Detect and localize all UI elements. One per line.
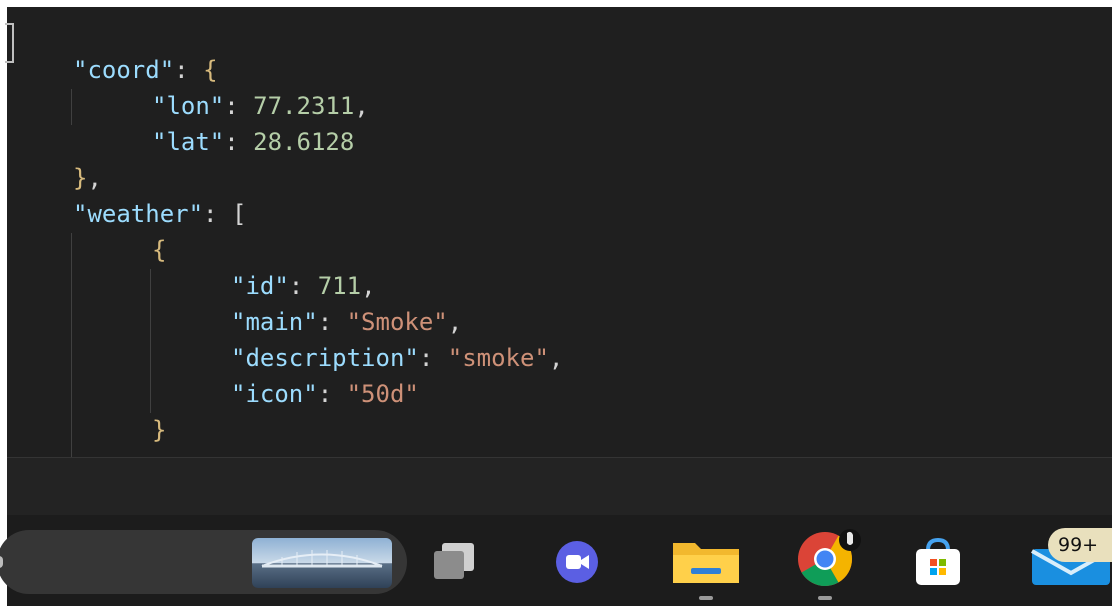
code-token: "Smoke" — [346, 308, 448, 336]
code-token: "main" — [231, 308, 318, 336]
code-line[interactable]: "main": "Smoke", — [231, 304, 462, 340]
code-token: { — [152, 236, 167, 264]
code-token: : — [317, 308, 347, 336]
code-token: , — [354, 92, 369, 120]
chrome-running-indicator — [818, 596, 832, 600]
code-line[interactable]: "lon": 77.2311, — [152, 88, 369, 124]
search-highlight-bridge-image[interactable] — [252, 538, 392, 588]
code-token: : — [317, 380, 347, 408]
code-token: 28.6128 — [253, 128, 355, 156]
code-token: "lat" — [152, 128, 225, 156]
code-line[interactable]: "id": 711, — [231, 268, 376, 304]
code-token: : — [224, 128, 254, 156]
code-line[interactable]: "coord": { — [73, 52, 218, 88]
code-token: : — [224, 92, 254, 120]
search-icon — [0, 556, 3, 568]
code-line[interactable]: } — [152, 412, 166, 448]
code-token: } — [73, 164, 88, 192]
code-token: : — [418, 344, 448, 372]
code-token: "50d" — [346, 380, 419, 408]
code-line[interactable]: "icon": "50d" — [231, 376, 419, 412]
code-token: , — [447, 308, 463, 336]
code-token: 77.2311 — [253, 92, 355, 120]
code-token: "lon" — [152, 92, 225, 120]
code-line[interactable]: "lat": 28.6128 — [152, 124, 354, 160]
code-content[interactable]: "coord": {"lon": 77.2311, "lat": 28.6128}… — [7, 7, 1112, 457]
code-token: 711 — [317, 272, 362, 300]
microsoft-store-icon[interactable] — [913, 537, 963, 587]
code-token: [ — [231, 200, 247, 228]
taskbar-search-box[interactable] — [0, 530, 407, 594]
code-token: : — [174, 56, 204, 84]
code-token: "description" — [231, 344, 419, 372]
code-line[interactable]: { — [152, 232, 166, 268]
code-token: , — [87, 164, 102, 192]
code-token: "id" — [231, 272, 289, 300]
code-editor[interactable]: "coord": {"lon": 77.2311, "lat": 28.6128}… — [5, 7, 1112, 461]
code-token: "coord" — [73, 56, 175, 84]
code-token: "weather" — [73, 200, 204, 228]
notification-badge: 99+ — [1048, 528, 1112, 562]
code-token: , — [548, 344, 564, 372]
code-token: , — [361, 272, 376, 300]
code-line[interactable]: }, — [73, 160, 102, 196]
meet-video-icon[interactable] — [553, 540, 601, 584]
code-line[interactable]: "description": "smoke", — [231, 340, 563, 376]
windows-taskbar: 99+ — [0, 515, 1112, 606]
explorer-running-indicator — [699, 596, 713, 600]
chrome-icon[interactable] — [793, 527, 863, 589]
code-line[interactable]: "weather": [ — [73, 196, 246, 232]
code-token: "smoke" — [447, 344, 549, 372]
task-view-icon[interactable] — [432, 541, 476, 581]
code-token: } — [152, 416, 167, 444]
code-token: "icon" — [231, 380, 318, 408]
code-token: : — [203, 200, 232, 228]
file-explorer-icon[interactable] — [671, 535, 741, 585]
code-token: { — [203, 56, 218, 84]
code-token: : — [288, 272, 318, 300]
editor-status-strip — [7, 457, 1112, 516]
